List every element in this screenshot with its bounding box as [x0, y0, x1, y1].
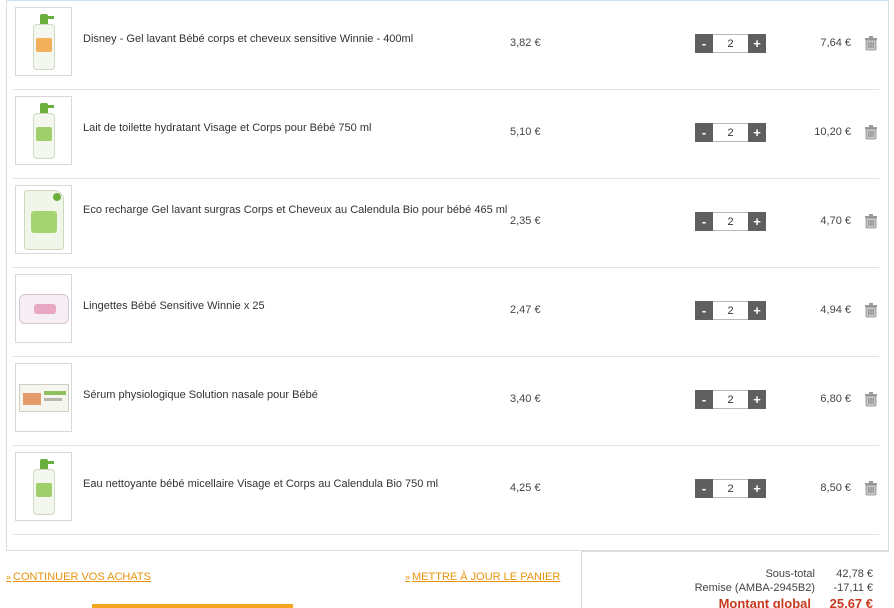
- increase-quantity-button[interactable]: +: [748, 212, 766, 231]
- quantity-input[interactable]: [713, 301, 748, 320]
- decrease-quantity-button[interactable]: -: [695, 479, 713, 498]
- cart-items-panel: Disney - Gel lavant Bébé corps et cheveu…: [6, 0, 889, 551]
- product-name[interactable]: Disney - Gel lavant Bébé corps et cheveu…: [83, 31, 513, 48]
- increase-quantity-button[interactable]: +: [748, 479, 766, 498]
- product-name[interactable]: Lait de toilette hydratant Visage et Cor…: [83, 120, 513, 137]
- line-total: 4,70 €: [820, 215, 851, 227]
- wipes-pack-image: [18, 293, 69, 324]
- discount-value: -17,11 €: [833, 582, 873, 594]
- product-thumbnail[interactable]: [15, 274, 72, 343]
- discount-label: Remise (AMBA-2945B2): [694, 582, 815, 594]
- increase-quantity-button[interactable]: +: [748, 301, 766, 320]
- grand-total-value: 25,67 €: [829, 596, 873, 608]
- decrease-quantity-button[interactable]: -: [695, 301, 713, 320]
- line-total: 6,80 €: [820, 393, 851, 405]
- quantity-input[interactable]: [713, 34, 748, 53]
- unit-price: 3,40 €: [510, 393, 541, 405]
- continue-shopping-link[interactable]: » CONTINUER VOS ACHATS: [6, 571, 151, 583]
- product-thumbnail[interactable]: [15, 96, 72, 165]
- decrease-quantity-button[interactable]: -: [695, 34, 713, 53]
- chevron-right-icon: »: [405, 572, 411, 582]
- line-total: 10,20 €: [814, 126, 851, 138]
- product-thumbnail[interactable]: [15, 363, 72, 432]
- unit-price: 2,47 €: [510, 304, 541, 316]
- trash-icon[interactable]: [864, 391, 878, 407]
- quantity-input[interactable]: [713, 390, 748, 409]
- cart-row: Disney - Gel lavant Bébé corps et cheveu…: [13, 1, 879, 90]
- product-name[interactable]: Lingettes Bébé Sensitive Winnie x 25: [83, 298, 513, 315]
- cart-row: Eau nettoyante bébé micellaire Visage et…: [13, 446, 879, 535]
- decrease-quantity-button[interactable]: -: [695, 123, 713, 142]
- update-cart-label: METTRE À JOUR LE PANIER: [412, 571, 561, 583]
- quantity-stepper: -+: [695, 301, 766, 320]
- pouch-image: [23, 189, 64, 250]
- trash-icon[interactable]: [864, 213, 878, 229]
- cart-footer-actions: » CONTINUER VOS ACHATS » METTRE À JOUR L…: [6, 551, 581, 608]
- trash-icon[interactable]: [864, 35, 878, 51]
- cart-row: Sérum physiologique Solution nasale pour…: [13, 357, 879, 446]
- grand-total-row: Montant global 25,67 €: [719, 596, 873, 608]
- product-thumbnail[interactable]: [15, 452, 72, 521]
- decrease-quantity-button[interactable]: -: [695, 212, 713, 231]
- product-name[interactable]: Eco recharge Gel lavant surgras Corps et…: [83, 202, 513, 219]
- discount-row: Remise (AMBA-2945B2) -17,11 €: [695, 582, 873, 594]
- trash-icon[interactable]: [864, 124, 878, 140]
- cart-row: Lingettes Bébé Sensitive Winnie x 25 2,47…: [13, 268, 879, 357]
- increase-quantity-button[interactable]: +: [748, 34, 766, 53]
- unit-price: 3,82 €: [510, 37, 541, 49]
- product-name[interactable]: Sérum physiologique Solution nasale pour…: [83, 387, 513, 404]
- chevron-right-icon: »: [6, 572, 12, 582]
- totals-panel: Sous-total 42,78 € Remise (AMBA-2945B2) …: [581, 551, 889, 608]
- product-thumbnail[interactable]: [15, 185, 72, 254]
- cart-row: Eco recharge Gel lavant surgras Corps et…: [13, 179, 879, 268]
- cart-row: Lait de toilette hydratant Visage et Cor…: [13, 90, 879, 179]
- update-cart-link[interactable]: » METTRE À JOUR LE PANIER: [405, 571, 560, 583]
- increase-quantity-button[interactable]: +: [748, 390, 766, 409]
- increase-quantity-button[interactable]: +: [748, 123, 766, 142]
- subtotal-label: Sous-total: [765, 568, 815, 580]
- bottle-image: [32, 102, 55, 159]
- bottle-image: [32, 458, 55, 515]
- quantity-input[interactable]: [713, 123, 748, 142]
- quantity-stepper: -+: [695, 123, 766, 142]
- quantity-stepper: -+: [695, 479, 766, 498]
- quantity-stepper: -+: [695, 34, 766, 53]
- line-total: 4,94 €: [820, 304, 851, 316]
- subtotal-row: Sous-total 42,78 €: [765, 568, 873, 580]
- product-thumbnail[interactable]: [15, 7, 72, 76]
- trash-icon[interactable]: [864, 302, 878, 318]
- trash-icon[interactable]: [864, 480, 878, 496]
- grand-total-label: Montant global: [718, 596, 811, 608]
- quantity-stepper: -+: [695, 212, 766, 231]
- decrease-quantity-button[interactable]: -: [695, 390, 713, 409]
- line-total: 7,64 €: [820, 37, 851, 49]
- subtotal-value: 42,78 €: [836, 568, 873, 580]
- quantity-input[interactable]: [713, 212, 748, 231]
- continue-shopping-label: CONTINUER VOS ACHATS: [13, 571, 151, 583]
- quantity-input[interactable]: [713, 479, 748, 498]
- line-total: 8,50 €: [820, 482, 851, 494]
- quantity-stepper: -+: [695, 390, 766, 409]
- product-name[interactable]: Eau nettoyante bébé micellaire Visage et…: [83, 476, 513, 493]
- unit-price: 2,35 €: [510, 215, 541, 227]
- bottle-image: [32, 13, 55, 70]
- checkout-button-edge[interactable]: [92, 604, 293, 608]
- unit-price: 4,25 €: [510, 482, 541, 494]
- unit-price: 5,10 €: [510, 126, 541, 138]
- box-image: [18, 383, 69, 412]
